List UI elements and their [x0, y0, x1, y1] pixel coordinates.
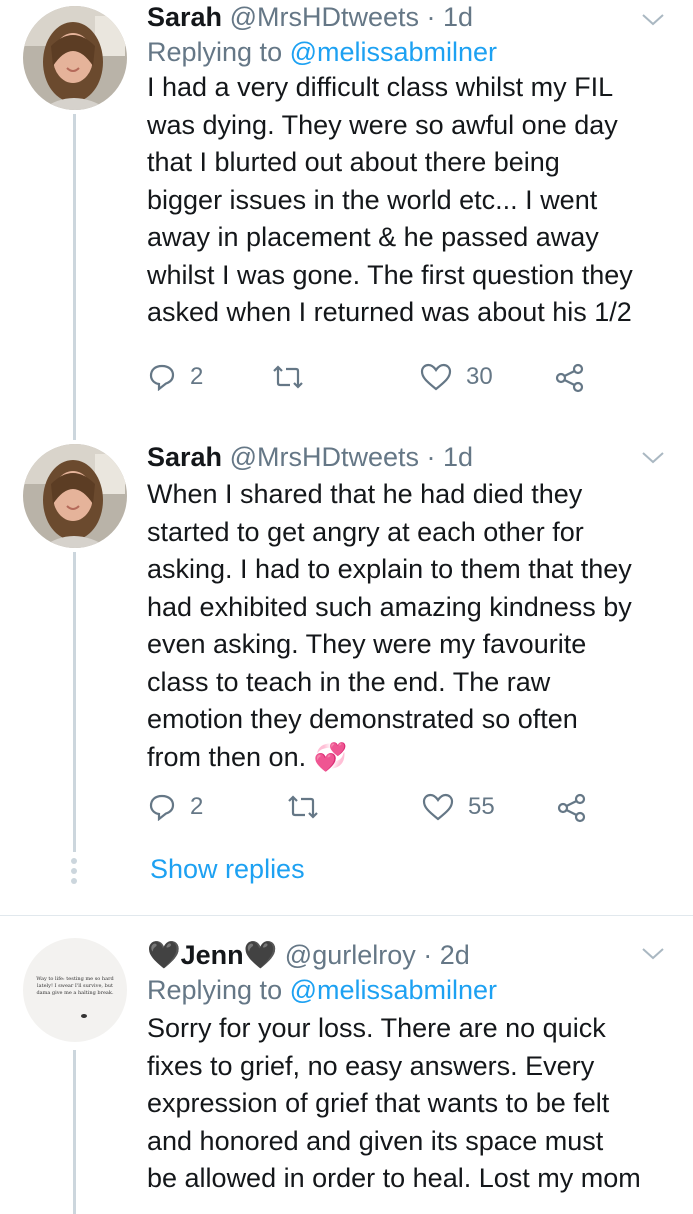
share-icon — [557, 793, 586, 823]
two-hearts-emoji: 💞 — [313, 741, 348, 772]
tweet-3[interactable]: Way to life: testing me so hard lately! … — [0, 916, 693, 1214]
user-handle[interactable]: @MrsHDtweets — [230, 2, 419, 32]
replying-to: Replying to @melissabmilner — [147, 972, 677, 1008]
display-name[interactable]: Sarah — [147, 2, 222, 32]
chevron-down-icon[interactable] — [641, 448, 665, 468]
share-icon — [555, 363, 584, 393]
replying-to-label: Replying to — [147, 975, 290, 1005]
tweet-text: I had a very difficult class whilst my F… — [147, 72, 633, 327]
timestamp[interactable]: 1d — [443, 442, 473, 472]
retweet-icon — [288, 795, 318, 819]
like-button[interactable]: 30 — [420, 363, 493, 391]
chevron-down-icon[interactable] — [641, 10, 665, 30]
mention-link[interactable]: @melissabmilner — [290, 975, 497, 1005]
tweet-header: Sarah @MrsHDtweets · 1d — [147, 0, 677, 34]
reply-icon — [149, 364, 175, 391]
black-heart-emoji: 🖤 — [243, 940, 278, 970]
tweet-2[interactable]: Sarah @MrsHDtweets · 1d When I shared th… — [0, 440, 693, 914]
heart-icon — [420, 363, 452, 391]
share-button[interactable] — [556, 793, 588, 823]
replying-to: Replying to @melissabmilner — [147, 34, 677, 70]
tweet-actions: 2 55 — [148, 793, 628, 833]
retweet-button[interactable] — [270, 363, 320, 391]
tweet-text: Sorry for your loss. There are no quick … — [147, 1013, 641, 1193]
tweet-header: 🖤Jenn🖤 @gurlelroy · 2d — [147, 938, 677, 972]
avatar[interactable]: Way to life: testing me so hard lately! … — [23, 938, 127, 1042]
user-handle[interactable]: @gurlelroy — [285, 940, 416, 970]
reply-icon — [149, 794, 175, 821]
avatar[interactable] — [23, 444, 127, 548]
black-heart-emoji: 🖤 — [147, 940, 181, 970]
thread-line — [73, 114, 76, 440]
display-name[interactable]: Sarah — [147, 442, 222, 472]
reply-button[interactable]: 2 — [148, 363, 203, 391]
like-button[interactable]: 55 — [422, 793, 495, 821]
tweet-header: Sarah @MrsHDtweets · 1d — [147, 440, 677, 474]
reply-count: 2 — [190, 793, 204, 820]
user-handle[interactable]: @MrsHDtweets — [230, 442, 419, 472]
display-name[interactable]: Jenn — [181, 940, 244, 970]
separator-dot: · — [426, 2, 436, 32]
avatar[interactable] — [23, 6, 127, 110]
separator-dot: · — [426, 442, 436, 472]
thread-continuation-dots — [71, 858, 77, 888]
separator-dot: · — [423, 940, 433, 970]
replying-to-label: Replying to — [147, 37, 290, 67]
heart-icon — [422, 793, 454, 821]
avatar-quote-image: Way to life: testing me so hard lately! … — [36, 976, 114, 996]
retweet-button[interactable] — [285, 793, 335, 821]
chevron-down-icon[interactable] — [641, 944, 665, 964]
like-count: 55 — [468, 793, 495, 820]
tweet-1[interactable]: Sarah @MrsHDtweets · 1d Replying to @mel… — [0, 0, 693, 440]
show-replies-link[interactable]: Show replies — [150, 854, 305, 885]
tweet-text-body: When I shared that he had died they star… — [147, 479, 632, 772]
timestamp[interactable]: 1d — [443, 2, 473, 32]
thread-line — [73, 552, 76, 852]
reply-button[interactable]: 2 — [148, 793, 203, 821]
thread-line — [73, 1050, 76, 1214]
tweet-actions: 2 30 — [148, 363, 628, 403]
like-count: 30 — [466, 363, 493, 390]
tweet-text: When I shared that he had died they star… — [147, 476, 677, 776]
mention-link[interactable]: @melissabmilner — [290, 37, 497, 67]
reply-count: 2 — [190, 363, 204, 390]
timestamp[interactable]: 2d — [440, 940, 470, 970]
retweet-icon — [273, 365, 303, 389]
share-button[interactable] — [554, 363, 586, 393]
